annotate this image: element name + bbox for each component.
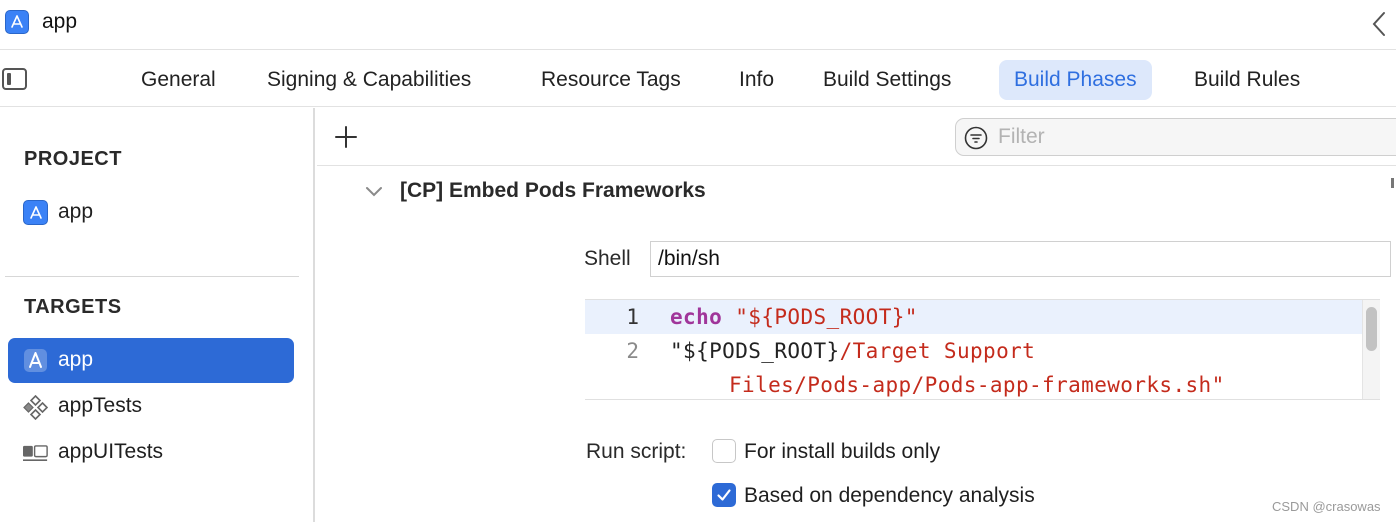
shell-field[interactable] <box>650 241 1391 277</box>
app-store-icon <box>23 200 48 225</box>
build-phases-editor: [CP] Embed Pods Frameworks Shell 1 echo … <box>317 108 1396 522</box>
ui-tests-icon <box>23 445 48 461</box>
scroll-thumb[interactable] <box>1366 307 1377 351</box>
filter-icon <box>964 126 988 150</box>
delete-phase-mark[interactable] <box>1391 178 1394 188</box>
sidebar-item-label: app <box>58 200 94 223</box>
code-text: "${PODS_ROOT}/Target Support <box>670 339 1035 363</box>
checkmark-icon <box>717 489 731 501</box>
sidebar-item-label: appTests <box>58 394 143 417</box>
sidebar-item-label: appUITests <box>58 440 164 463</box>
window-title: app <box>42 10 78 33</box>
chevron-left-icon[interactable] <box>1370 10 1388 38</box>
script-editor[interactable]: 1 echo "${PODS_ROOT}" 2 "${PODS_ROOT}/Ta… <box>585 299 1380 400</box>
sidebar-item-target-apptests[interactable]: appTests <box>8 384 294 429</box>
dependency-analysis-checkbox[interactable] <box>712 483 736 507</box>
targets-section-header: TARGETS <box>24 296 122 318</box>
filter-field[interactable] <box>955 118 1396 156</box>
sidebar-item-label: app <box>58 348 94 371</box>
script-scrollbar[interactable] <box>1362 300 1380 399</box>
code-line: 2 "${PODS_ROOT}/Target Support <box>585 334 1362 368</box>
editor-tab-bar: General Signing & Capabilities Resource … <box>0 51 1396 107</box>
unit-tests-icon <box>23 395 48 420</box>
code-string: Files/Pods-app/Pods-app-frameworks.sh" <box>729 373 1225 397</box>
phase-title[interactable]: [CP] Embed Pods Frameworks <box>400 179 706 203</box>
dependency-analysis-label[interactable]: Based on dependency analysis <box>744 484 1035 508</box>
code-string: "${PODS_ROOT}" <box>722 305 918 329</box>
run-script-label: Run script: <box>586 440 687 463</box>
phases-toolbar <box>317 108 1396 166</box>
sidebar-item-target-app[interactable]: app <box>8 338 294 383</box>
code-text: echo "${PODS_ROOT}" <box>670 305 918 329</box>
sidebar-toggle-icon[interactable] <box>2 68 27 90</box>
code-keyword: echo <box>670 305 723 329</box>
install-builds-only-checkbox[interactable] <box>712 439 736 463</box>
app-store-icon <box>5 10 29 34</box>
filter-input[interactable] <box>998 123 1378 151</box>
title-bar: app <box>0 0 1396 50</box>
tab-resource-tags[interactable]: Resource Tags <box>526 60 696 100</box>
tab-build-phases[interactable]: Build Phases <box>999 60 1152 100</box>
chevron-down-icon[interactable] <box>364 184 384 198</box>
tab-build-settings[interactable]: Build Settings <box>808 60 966 100</box>
code-string: /Target Support <box>839 339 1036 363</box>
line-number: 2 <box>626 339 639 363</box>
install-builds-only-label[interactable]: For install builds only <box>744 440 940 464</box>
tab-build-rules[interactable]: Build Rules <box>1179 60 1315 100</box>
project-sidebar: PROJECT app TARGETS app appTests appUITe… <box>0 108 315 522</box>
watermark: CSDN @crasowas <box>1272 499 1381 514</box>
app-target-icon <box>24 349 47 372</box>
sidebar-item-target-appuitests[interactable]: appUITests <box>8 430 294 475</box>
tab-signing-capabilities[interactable]: Signing & Capabilities <box>252 60 486 100</box>
tab-general[interactable]: General <box>126 60 231 100</box>
code-line-wrapped: Files/Pods-app/Pods-app-frameworks.sh" <box>585 368 1362 399</box>
tab-info[interactable]: Info <box>724 60 789 100</box>
code-plain: "${PODS_ROOT} <box>670 339 840 363</box>
sidebar-divider <box>5 276 299 277</box>
sidebar-item-project-app[interactable]: app <box>8 190 294 235</box>
code-line: 1 echo "${PODS_ROOT}" <box>585 300 1362 334</box>
add-phase-plus-icon[interactable] <box>333 124 359 150</box>
shell-label: Shell <box>584 247 631 270</box>
line-number: 1 <box>626 305 639 329</box>
project-section-header: PROJECT <box>24 148 122 170</box>
